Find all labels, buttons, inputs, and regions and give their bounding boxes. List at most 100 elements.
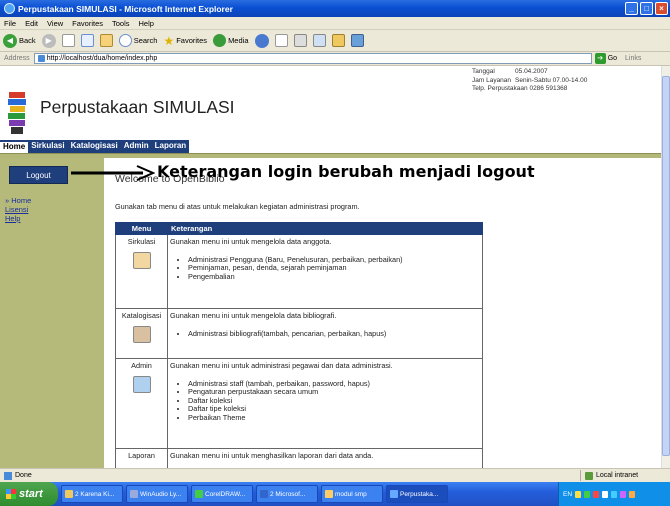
home-icon[interactable] xyxy=(99,34,113,47)
office-icon xyxy=(260,490,268,498)
page-content: Tanggal 05.04.2007 Jam Layanan Senin-Sabtu… xyxy=(0,66,661,468)
stop-icon[interactable] xyxy=(61,34,75,47)
address-bar: Address http://localhost/dua/home/index.… xyxy=(0,52,670,66)
status-text: Done xyxy=(15,472,32,479)
taskbar: start 2 Karena Ki... WinAudio Ly... Core… xyxy=(0,482,670,506)
date-value: 05.04.2007 xyxy=(515,68,548,75)
logout-button[interactable]: Logout xyxy=(9,166,68,184)
list-item: Administrasi bibliografi(tambah, pencari… xyxy=(188,329,480,338)
sidebar-item-home[interactable]: » Home xyxy=(5,196,31,205)
minimize-button[interactable]: _ xyxy=(625,2,638,15)
forward-button[interactable]: ▶ xyxy=(41,33,56,48)
messenger-icon[interactable] xyxy=(350,34,364,47)
hours-value: Senin-Sabtu 07.00-14.00 xyxy=(515,76,588,84)
refresh-icon[interactable] xyxy=(80,34,94,47)
tab-sirkulasi[interactable]: Sirkulasi xyxy=(28,140,68,153)
go-arrow-icon: ➔ xyxy=(594,53,606,64)
tray-icon[interactable] xyxy=(584,490,591,498)
admin-icon[interactable] xyxy=(132,376,151,393)
status-bar: Done Local intranet xyxy=(0,468,670,482)
back-button[interactable]: ◀ Back xyxy=(3,33,36,48)
media-button[interactable]: Media xyxy=(213,34,249,47)
links-button[interactable]: Links xyxy=(625,55,641,62)
table-row: Laporan Gunakan menu ini untuk menghasil… xyxy=(115,448,483,468)
tray-icon[interactable] xyxy=(611,490,618,498)
phone-label: Telp. Perpustakaan 0286 591368 xyxy=(472,85,568,92)
sidebar-links: » Home Lisensi Help xyxy=(5,196,31,223)
tray-icon[interactable] xyxy=(620,490,627,498)
tray-icon[interactable] xyxy=(629,490,636,498)
menu-desc: Gunakan menu ini untuk mengelola data bi… xyxy=(170,311,337,320)
window-title: Perpustakaan SIMULASI - Microsoft Intern… xyxy=(18,3,233,14)
menu-desc: Gunakan menu ini untuk mengelola data an… xyxy=(170,237,332,246)
tab-admin[interactable]: Admin xyxy=(120,140,152,153)
taskbar-item[interactable]: 2 Microsof... xyxy=(256,485,318,503)
address-input[interactable]: http://localhost/dua/home/index.php xyxy=(33,53,592,64)
print-icon[interactable] xyxy=(293,34,307,47)
history-icon[interactable] xyxy=(254,33,269,48)
katalogisasi-icon[interactable] xyxy=(132,326,151,343)
ie-icon xyxy=(4,3,15,14)
folder-icon xyxy=(325,490,333,498)
menu-name: Laporan xyxy=(128,451,155,460)
maximize-button[interactable]: □ xyxy=(640,2,653,15)
sidebar-item-lisensi[interactable]: Lisensi xyxy=(5,205,31,214)
tray-icon[interactable] xyxy=(602,490,609,498)
star-icon: ★ xyxy=(163,33,175,48)
close-button[interactable]: × xyxy=(655,2,668,15)
library-logo-icon xyxy=(8,92,26,134)
menu-desc: Gunakan menu ini untuk menghasilkan lapo… xyxy=(170,451,374,460)
column-header-menu: Menu xyxy=(115,222,168,235)
sidebar-item-help[interactable]: Help xyxy=(5,214,31,223)
item-list: Administrasi Pengguna (Baru, Penelusuran… xyxy=(188,255,480,281)
menu-help[interactable]: Help xyxy=(139,19,154,28)
page-done-icon xyxy=(4,471,12,480)
tab-home[interactable]: Home xyxy=(0,140,29,153)
taskbar-item[interactable]: WinAudio Ly... xyxy=(126,485,188,503)
tab-laporan[interactable]: Laporan xyxy=(151,140,190,153)
menu-name: Katalogisasi xyxy=(121,311,162,320)
back-arrow-icon: ◀ xyxy=(3,33,17,48)
table-row: Katalogisasi Gunakan menu ini untuk meng… xyxy=(115,308,483,359)
taskbar-item[interactable]: modul smp xyxy=(321,485,383,503)
menu-file[interactable]: File xyxy=(4,19,16,28)
tray-icon[interactable] xyxy=(593,490,600,498)
mail-icon[interactable] xyxy=(274,34,288,47)
menu-favorites[interactable]: Favorites xyxy=(72,19,103,28)
nav-tabs: Home Sirkulasi Katalogisasi Admin Lapora… xyxy=(0,140,190,153)
tab-katalogisasi[interactable]: Katalogisasi xyxy=(67,140,121,153)
menu-name: Admin xyxy=(131,361,152,370)
window-titlebar: Perpustakaan SIMULASI - Microsoft Intern… xyxy=(0,0,670,17)
address-url: http://localhost/dua/home/index.php xyxy=(46,55,158,62)
menu-desc: Gunakan menu ini untuk administrasi pega… xyxy=(170,361,393,370)
menu-edit[interactable]: Edit xyxy=(25,19,38,28)
forward-arrow-icon: ▶ xyxy=(41,33,56,48)
scrollbar-thumb[interactable] xyxy=(662,76,670,456)
list-item: Pengembalian xyxy=(188,272,480,281)
taskbar-item[interactable]: CorelDRAW... xyxy=(191,485,253,503)
menu-tools[interactable]: Tools xyxy=(112,19,130,28)
list-item: Perbaikan Theme xyxy=(188,413,480,422)
column-header-keterangan: Keterangan xyxy=(167,222,483,235)
annotation-text: Keterangan login berubah menjadi logout xyxy=(157,162,535,181)
folder-icon[interactable] xyxy=(331,34,345,47)
intranet-icon xyxy=(585,471,593,480)
menu-view[interactable]: View xyxy=(47,19,63,28)
taskbar-item[interactable]: Perpustaka... xyxy=(386,485,448,503)
edit-icon[interactable] xyxy=(312,34,326,47)
start-button[interactable]: start xyxy=(0,482,58,506)
header-info: Tanggal 05.04.2007 Jam Layanan Senin-Sabtu… xyxy=(472,68,591,94)
vertical-scrollbar[interactable] xyxy=(661,66,670,468)
word-icon xyxy=(65,490,73,498)
media-icon xyxy=(213,34,227,47)
language-indicator[interactable]: EN xyxy=(563,491,572,498)
system-tray: EN xyxy=(558,482,670,506)
security-zone: Local intranet xyxy=(580,470,638,481)
sirkulasi-icon[interactable] xyxy=(132,252,151,269)
audio-icon xyxy=(130,490,138,498)
search-button[interactable]: Search xyxy=(118,34,157,47)
go-button[interactable]: ➔ Go xyxy=(594,53,617,64)
taskbar-item[interactable]: 2 Karena Ki... xyxy=(61,485,123,503)
favorites-button[interactable]: ★ Favorites xyxy=(163,34,207,48)
tray-icon[interactable] xyxy=(575,490,582,498)
